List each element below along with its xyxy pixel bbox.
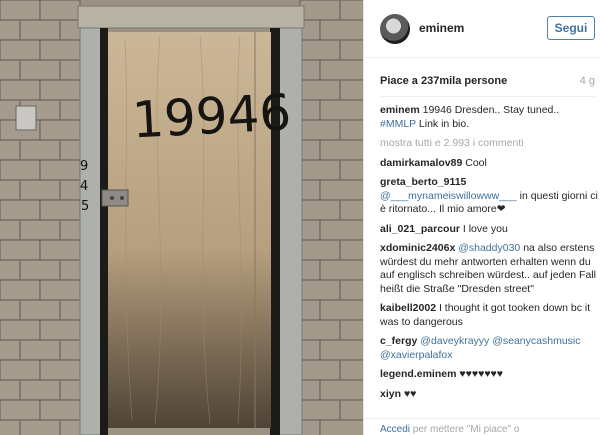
comment: legend.eminem ♥♥♥♥♥♥♥ — [380, 368, 598, 382]
comment-text: ♥♥ — [403, 387, 417, 400]
comment-text: ♥♥♥♥♥♥♥ — [459, 368, 504, 380]
comment-text: Cool — [465, 156, 487, 169]
login-prompt: Accedi per mettere "Mi piace" o — [380, 424, 519, 435]
caption: eminem 19946 Dresden.. Stay tuned.. #MML… — [380, 104, 598, 131]
comment-username[interactable]: xdominic2406x — [380, 242, 455, 254]
comment-username[interactable]: greta_berto_9115 — [380, 176, 466, 188]
likes-row: Piace a 237mila persone 4 g — [380, 75, 595, 87]
comment: c_fergy @daveykrayyy @seanycashmusic @xa… — [380, 335, 598, 362]
comment-text: I love you — [462, 222, 508, 235]
comment-username[interactable]: xiyn — [380, 388, 401, 400]
comment-username[interactable]: legend.eminem — [380, 368, 456, 380]
comment-mention[interactable]: @shaddy030 — [458, 242, 520, 254]
login-link[interactable]: Accedi — [380, 424, 410, 435]
post-header: eminem Segui — [364, 0, 600, 58]
comment-username[interactable]: ali_021_parcour — [380, 223, 460, 235]
caption-text: 19946 Dresden.. Stay tuned.. — [422, 104, 560, 116]
divider — [380, 96, 595, 97]
comment-mention[interactable]: @___mynameiswillowww___ — [380, 190, 517, 202]
caption-username[interactable]: eminem — [380, 104, 420, 116]
author-username[interactable]: eminem — [419, 21, 464, 35]
comment-username[interactable]: damirkamalov89 — [380, 157, 462, 169]
door-photo-svg: 19946 9 4 5 — [0, 0, 363, 435]
svg-text:5: 5 — [81, 199, 89, 214]
comment: ali_021_parcour I love you — [380, 223, 598, 237]
comment: greta_berto_9115 @___mynameiswillowww___… — [380, 176, 598, 217]
avatar[interactable] — [380, 14, 410, 44]
svg-text:4: 4 — [80, 179, 88, 194]
follow-button[interactable]: Segui — [547, 16, 595, 40]
door-number: 19946 — [131, 83, 293, 149]
comment: xdominic2406x @shaddy030 na also erstens… — [380, 242, 598, 296]
likes-count[interactable]: Piace a 237mila persone — [380, 75, 507, 87]
frame-side-number: 9 — [80, 159, 88, 174]
comment-username[interactable]: c_fergy — [380, 335, 417, 347]
door-lintel — [77, 5, 305, 29]
wall-lamp — [15, 105, 37, 131]
login-prompt-text: per mettere "Mi piace" o — [412, 424, 520, 435]
caption-tail: Link in bio. — [418, 117, 470, 130]
post-age[interactable]: 4 g — [580, 75, 595, 87]
comment: xiyn ♥♥ — [380, 388, 598, 402]
comment: damirkamalov89 Cool — [380, 157, 598, 171]
caption-hashtag[interactable]: #MMLP — [380, 118, 416, 130]
comments-list: eminem 19946 Dresden.. Stay tuned.. #MML… — [380, 104, 598, 407]
door-latch — [101, 189, 129, 207]
comment: kaibell2002 I thought it got tooken down… — [380, 302, 598, 329]
post-side-panel: eminem Segui Piace a 237mila persone 4 g… — [363, 0, 600, 435]
comment-username[interactable]: kaibell2002 — [380, 302, 436, 314]
login-footer: Accedi per mettere "Mi piace" o — [364, 418, 600, 435]
show-all-comments-link[interactable]: mostra tutti e 2.993 i commenti — [380, 137, 598, 151]
post-photo: 19946 9 4 5 — [0, 0, 363, 435]
